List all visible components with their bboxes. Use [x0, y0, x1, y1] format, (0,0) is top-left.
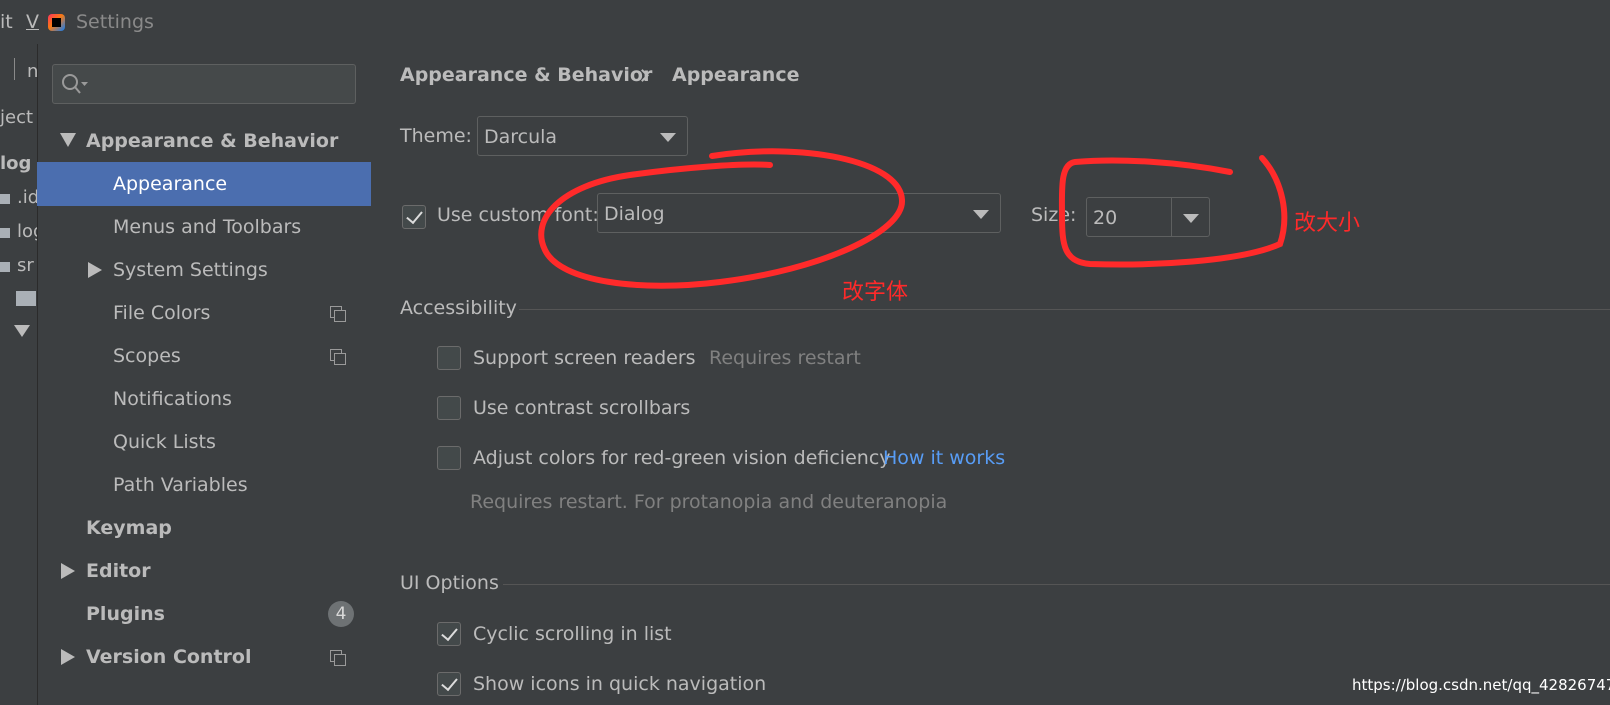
font-annotation-circle: [538, 148, 906, 289]
size-annotation-text: 改大小: [1294, 211, 1361, 236]
font-annotation-text: 改字体: [842, 280, 909, 305]
watermark: https://blog.csdn.net/qq_42826747: [1352, 676, 1610, 694]
size-annotation-circle: [1058, 155, 1288, 268]
annotation-overlay: [538, 148, 1288, 289]
